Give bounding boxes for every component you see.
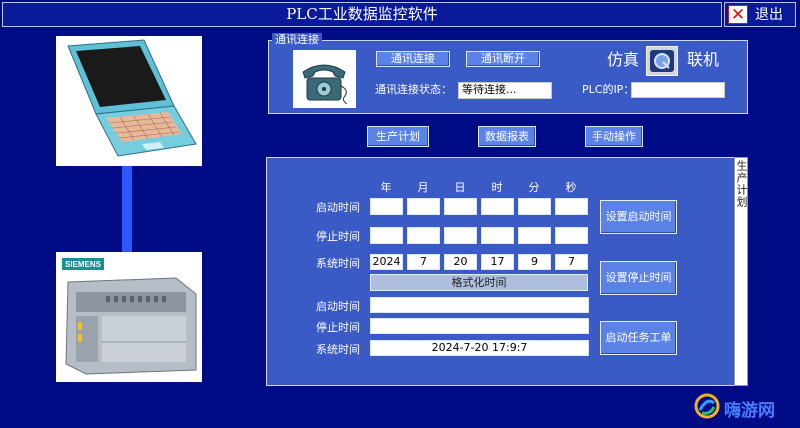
stop-year-input[interactable] xyxy=(370,227,403,244)
exit-label: 退出 xyxy=(755,7,783,23)
production-plan-button[interactable]: 生产计划 xyxy=(367,126,429,147)
tab-label: 生产计划 xyxy=(735,160,748,208)
watermark-logo-icon xyxy=(694,393,720,419)
start-task-button[interactable]: 启动任务工单 xyxy=(600,321,677,355)
system-year-field: 2024 xyxy=(370,254,403,270)
start-day-input[interactable] xyxy=(444,198,477,215)
start-year-input[interactable] xyxy=(370,198,403,215)
disconnect-button[interactable]: 通讯断开 xyxy=(466,51,540,67)
system-formatted-label: 系统时间 xyxy=(316,343,360,356)
status-field[interactable]: 等待连接... xyxy=(458,82,552,99)
plc-brand: SIEMENS xyxy=(65,260,102,269)
start-second-input[interactable] xyxy=(555,198,588,215)
stop-day-input[interactable] xyxy=(444,227,477,244)
online-label: 联机 xyxy=(687,50,720,69)
start-formatted-field xyxy=(370,297,589,313)
connect-button[interactable]: 通讯连接 xyxy=(376,51,450,67)
plc-ip-input[interactable] xyxy=(631,82,725,98)
close-icon: ✕ xyxy=(728,5,748,25)
toggle-knob-icon xyxy=(650,50,674,72)
plc-image: SIEMENS xyxy=(56,252,202,382)
data-report-button[interactable]: 数据报表 xyxy=(478,126,536,147)
set-start-time-button[interactable]: 设置启动时间 xyxy=(600,200,677,234)
stop-time-label: 停止时间 xyxy=(316,230,360,243)
watermark-text: 嗨游网 xyxy=(724,401,775,421)
header-year: 年 xyxy=(380,181,392,194)
system-time-label: 系统时间 xyxy=(316,257,360,270)
start-hour-input[interactable] xyxy=(481,198,514,215)
app-title: PLC工业数据监控软件 xyxy=(286,5,438,23)
system-month-field: 7 xyxy=(407,254,440,270)
start-month-input[interactable] xyxy=(407,198,440,215)
start-formatted-label: 启动时间 xyxy=(316,300,360,313)
system-minute-field: 9 xyxy=(518,254,551,270)
start-time-label: 启动时间 xyxy=(316,201,360,214)
stop-minute-input[interactable] xyxy=(518,227,551,244)
laptop-image xyxy=(56,36,202,166)
stop-second-input[interactable] xyxy=(555,227,588,244)
plc-ip-label: PLC的IP： xyxy=(582,83,635,96)
sim-label: 仿真 xyxy=(607,50,640,69)
tab-production-plan[interactable]: 生产计划 xyxy=(734,157,748,386)
sim-online-toggle[interactable] xyxy=(646,46,678,76)
system-hour-field: 17 xyxy=(481,254,514,270)
stop-formatted-field xyxy=(370,318,589,334)
header-month: 月 xyxy=(417,181,429,194)
app-title-bar: PLC工业数据监控软件 xyxy=(2,2,722,27)
phone-icon xyxy=(293,50,356,108)
stop-month-input[interactable] xyxy=(407,227,440,244)
start-minute-input[interactable] xyxy=(518,198,551,215)
header-day: 日 xyxy=(454,181,466,194)
comm-group-label: 通讯连接 xyxy=(272,33,322,47)
manual-op-button[interactable]: 手动操作 xyxy=(585,126,643,147)
link-line xyxy=(122,166,132,252)
format-time-button[interactable]: 格式化时间 xyxy=(370,274,588,291)
system-day-field: 20 xyxy=(444,254,477,270)
system-formatted-field: 2024-7-20 17:9:7 xyxy=(370,340,589,356)
header-minute: 分 xyxy=(528,181,540,194)
header-hour: 时 xyxy=(491,181,503,194)
stop-hour-input[interactable] xyxy=(481,227,514,244)
set-stop-time-button[interactable]: 设置停止时间 xyxy=(600,261,677,295)
header-second: 秒 xyxy=(565,181,577,194)
stop-formatted-label: 停止时间 xyxy=(316,321,360,334)
status-label: 通讯连接状态： xyxy=(375,83,452,96)
exit-button[interactable]: ✕ 退出 xyxy=(724,2,796,27)
system-second-field: 7 xyxy=(555,254,588,270)
